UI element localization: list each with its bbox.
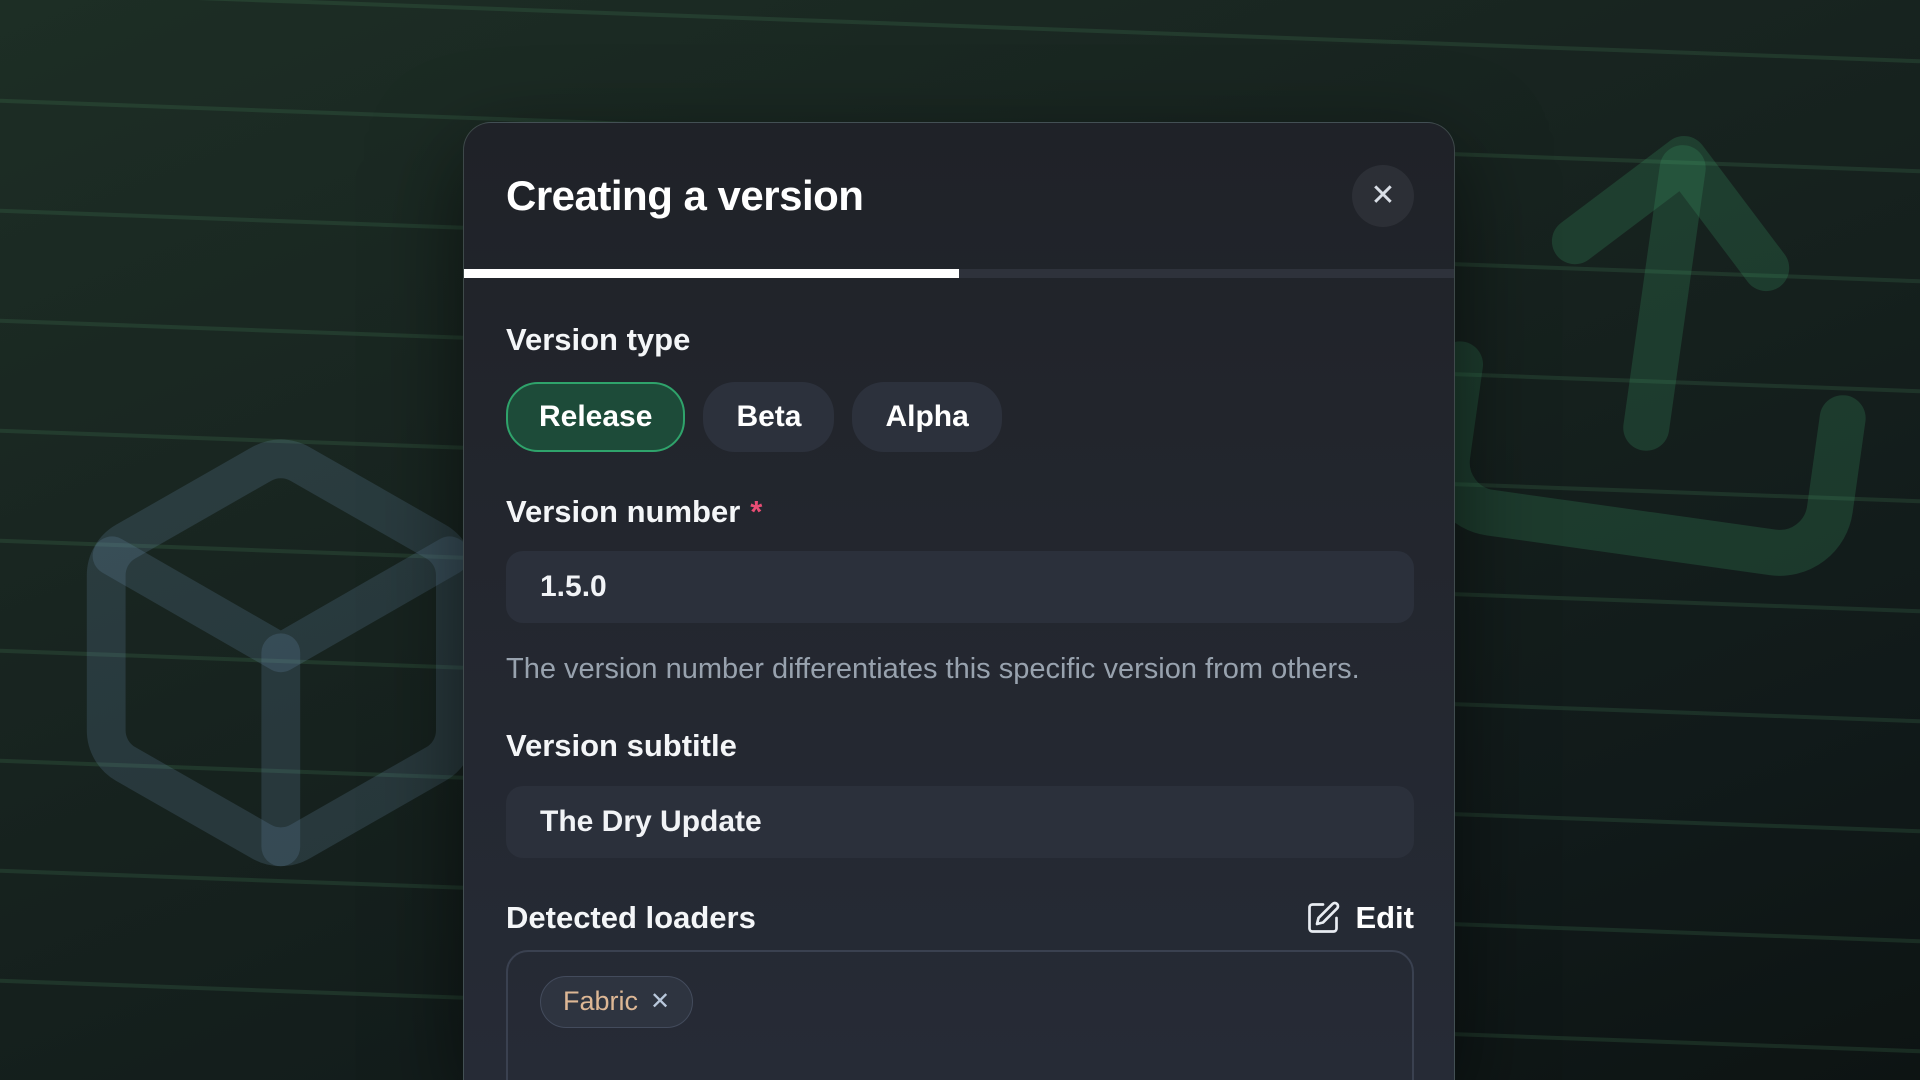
version-type-release-button[interactable]: Release [506, 382, 685, 452]
version-type-label: Version type [506, 322, 1412, 358]
edit-label: Edit [1355, 900, 1414, 936]
progress-bar [464, 269, 1454, 278]
loader-chip-label: Fabric [563, 986, 638, 1017]
progress-fill [464, 269, 959, 278]
version-subtitle-input[interactable] [506, 786, 1414, 858]
version-number-help: The version number differentiates this s… [506, 647, 1406, 692]
version-number-label-text: Version number [506, 494, 740, 529]
version-number-label: Version number * [506, 494, 1412, 530]
remove-loader-button[interactable]: ✕ [650, 990, 670, 1014]
create-version-modal: Creating a version ✕ Version type Releas… [463, 122, 1455, 1080]
version-type-beta-button[interactable]: Beta [703, 382, 834, 452]
package-cube-icon [106, 459, 455, 847]
version-subtitle-label: Version subtitle [506, 728, 1412, 764]
detected-loaders-label: Detected loaders [506, 900, 756, 936]
modal-header: Creating a version ✕ [464, 123, 1454, 269]
version-type-options: Release Beta Alpha [506, 382, 1412, 452]
close-button[interactable]: ✕ [1352, 165, 1414, 227]
detected-loaders-row: Detected loaders Edit [506, 900, 1414, 936]
detected-loaders-box: Fabric ✕ [506, 950, 1414, 1080]
close-icon: ✕ [1370, 181, 1395, 211]
required-asterisk: * [750, 494, 762, 529]
loader-chip-fabric: Fabric ✕ [540, 976, 693, 1028]
edit-loaders-button[interactable]: Edit [1305, 900, 1414, 936]
remove-icon: ✕ [650, 988, 670, 1015]
version-number-input[interactable] [506, 551, 1414, 623]
square-pen-icon [1305, 900, 1341, 936]
screen: Creating a version ✕ Version type Releas… [0, 0, 1920, 1080]
modal-body: Version type Release Beta Alpha Version … [464, 322, 1454, 1080]
modal-title: Creating a version [506, 172, 863, 220]
version-type-alpha-button[interactable]: Alpha [852, 382, 1001, 452]
upload-arrow-icon [1440, 132, 1875, 559]
